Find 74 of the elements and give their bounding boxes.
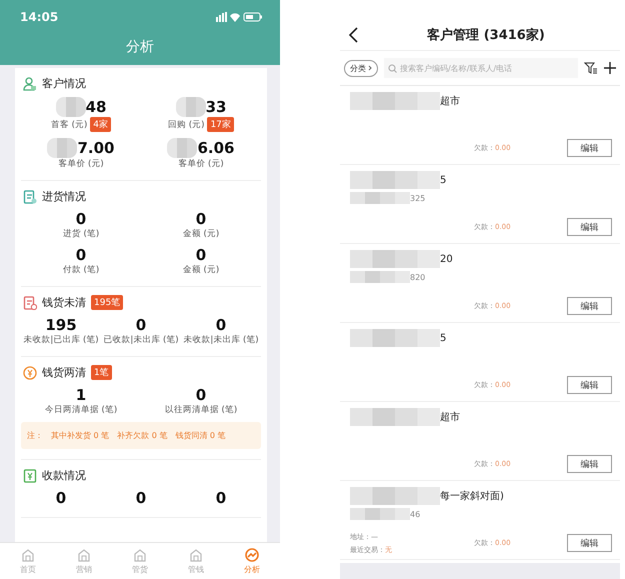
stat-value: 0 xyxy=(196,210,206,228)
stat-value: 0 xyxy=(56,489,66,507)
note-text: 钱货同清 0 笔 xyxy=(175,430,226,441)
back-icon[interactable] xyxy=(348,27,360,43)
customer-code: 46 xyxy=(410,510,420,518)
stat-label: 金额 (元) xyxy=(182,228,220,240)
stat-label: 客单价 (元) xyxy=(178,158,224,170)
category-chip[interactable]: 分类 xyxy=(344,60,378,76)
stat-value: 33 xyxy=(206,98,226,116)
status-icons xyxy=(216,12,262,22)
stat-value: 0 xyxy=(76,246,86,264)
person-icon xyxy=(23,76,37,90)
stat-label: 未收款|已出库 (笔) xyxy=(23,334,99,346)
stat-value: 195 xyxy=(45,316,77,334)
home-icon xyxy=(21,548,35,562)
stat-label: 今日两清单据 (笔) xyxy=(44,404,118,416)
count-badge: 17家 xyxy=(207,117,234,132)
customer-name: 超市 xyxy=(440,410,460,424)
section-title: 收款情况 xyxy=(42,468,86,483)
edit-button[interactable]: 编辑 xyxy=(567,139,612,157)
customer-name: 5 xyxy=(440,174,446,186)
edit-button[interactable]: 编辑 xyxy=(567,218,612,236)
section-title: 进货情况 xyxy=(42,189,86,204)
customer-name: 5 xyxy=(440,332,446,344)
stat-value: 48 xyxy=(86,98,106,116)
section-title: 客户情况 xyxy=(42,76,86,91)
stat-value: 0 xyxy=(196,386,206,404)
stat-label: 首客 (元) xyxy=(50,118,88,130)
section-title: 钱货未清 xyxy=(42,295,86,310)
stat-label: 进货 (笔) xyxy=(62,228,100,240)
edit-button[interactable]: 编辑 xyxy=(567,455,612,473)
stat-label: 客单价 (元) xyxy=(58,158,104,170)
chevron-icon xyxy=(368,65,372,71)
stat-label: 已收款|未出库 (笔) xyxy=(103,334,179,346)
customer-code: 820 xyxy=(410,272,426,282)
stat-value: 0 xyxy=(136,489,146,507)
note-text: 注： xyxy=(27,430,43,441)
stat-label: 回购 (元) xyxy=(168,118,204,130)
note-text: 其中补发货 0 笔 xyxy=(51,430,110,441)
stat-value: 7.00 xyxy=(77,139,114,157)
customer-code: 325 xyxy=(410,194,426,202)
stat-value: 6.06 xyxy=(197,139,234,157)
filter-icon[interactable] xyxy=(584,62,598,74)
screen-title: 客户管理 (3416家) xyxy=(426,26,546,44)
add-icon[interactable] xyxy=(604,62,616,74)
search-field[interactable]: 搜索客户编码/名称/联系人/电话 xyxy=(384,58,578,78)
edit-button[interactable]: 编辑 xyxy=(567,297,612,315)
trend-icon xyxy=(245,548,259,562)
customer-name: 超市 xyxy=(440,94,460,108)
document-clock-icon xyxy=(23,296,37,310)
note-text: 补齐欠款 0 笔 xyxy=(117,430,168,441)
stat-value: 0 xyxy=(216,316,226,334)
stat-label: 付款 (笔) xyxy=(62,264,100,276)
stat-value: 1 xyxy=(76,386,86,404)
edit-button[interactable]: 编辑 xyxy=(567,534,612,552)
stat-label: 未收款|未出库 (笔) xyxy=(183,334,259,346)
coin-icon xyxy=(23,366,37,380)
stat-value: 0 xyxy=(216,489,226,507)
customer-name: 每一家斜对面) xyxy=(440,490,504,503)
stat-label: 金额 (元) xyxy=(182,264,220,276)
count-badge: 1笔 xyxy=(91,365,112,380)
screen-title: 分析 xyxy=(125,38,155,56)
stat-value: 0 xyxy=(76,210,86,228)
receipt-icon xyxy=(23,468,37,482)
customer-name: 20 xyxy=(440,254,453,264)
document-icon xyxy=(23,190,37,204)
edit-button[interactable]: 编辑 xyxy=(567,376,612,394)
stat-value: 0 xyxy=(136,316,146,334)
count-badge: 4家 xyxy=(90,117,112,132)
section-title: 钱货两清 xyxy=(42,365,86,380)
stat-value: 0 xyxy=(196,246,206,264)
status-time: 14:05 xyxy=(20,10,58,24)
stat-label: 以往两清单据 (笔) xyxy=(164,404,238,416)
count-badge: 195笔 xyxy=(91,295,124,310)
